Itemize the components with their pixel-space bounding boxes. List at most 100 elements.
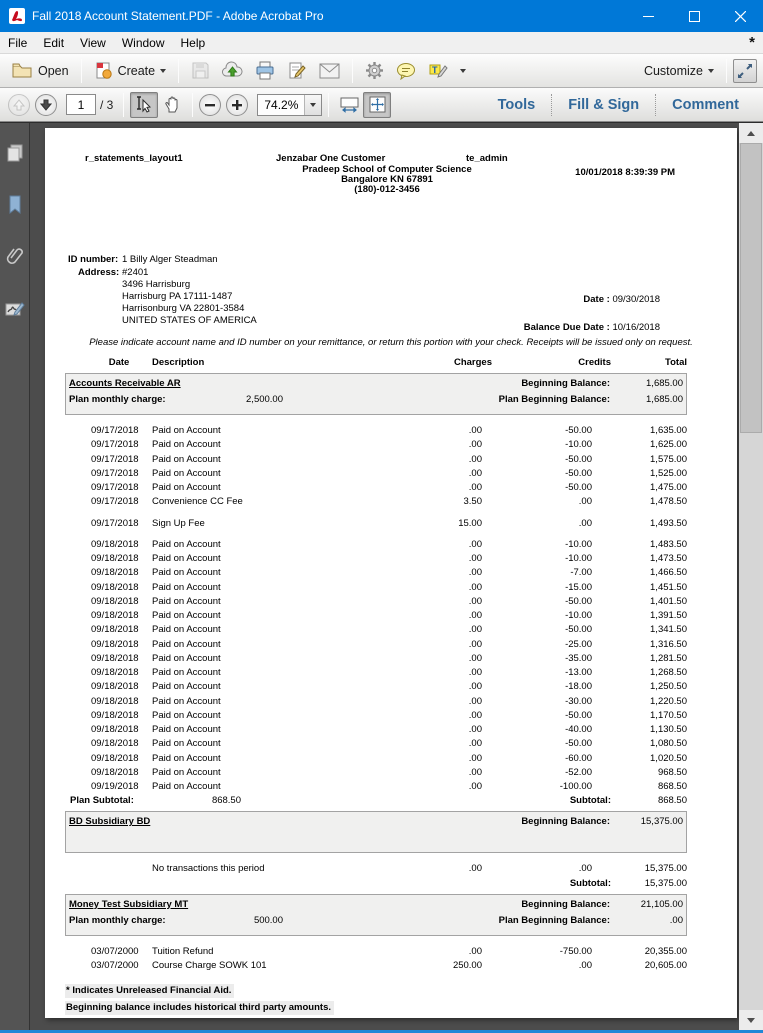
sign-document-button[interactable] [281, 58, 313, 83]
transaction-description: Paid on Account [152, 738, 221, 750]
document-area: r_statements_layout1 Jenzabar One Custom… [30, 123, 739, 1030]
hand-tool-button[interactable] [158, 92, 186, 118]
column-date: Date [108, 357, 130, 368]
zoom-dropdown-button[interactable] [304, 94, 322, 115]
attachments-button[interactable] [3, 245, 27, 269]
bookmarks-button[interactable] [3, 193, 27, 217]
scroll-down-icon [747, 1017, 755, 1023]
share-upload-button[interactable] [216, 58, 249, 83]
transaction-row: 09/19/2018 Paid on Account .00 -100.00 868.5… [65, 780, 687, 794]
expand-window-button[interactable] [733, 58, 757, 83]
transaction-date: 09/18/2018 [91, 752, 139, 764]
remittance-notice: Please indicate account name and ID numb… [89, 337, 693, 348]
page-number-input[interactable] [66, 94, 96, 115]
transaction-total: 1,080.50 [650, 738, 687, 750]
menu-help[interactable]: Help [173, 32, 214, 54]
customize-button[interactable]: Customize [638, 61, 720, 81]
transaction-description: Paid on Account [152, 595, 221, 607]
fit-width-button[interactable] [335, 92, 363, 118]
comment-panel-button[interactable]: Comment [656, 97, 755, 113]
select-tool-button[interactable] [130, 91, 159, 118]
scroll-down-button[interactable] [739, 1010, 763, 1030]
transaction-total: 1,391.50 [650, 610, 687, 621]
transaction-date: 09/18/2018 [91, 695, 139, 707]
column-charges: Charges [453, 357, 492, 368]
plan-beginning-balance-value: 1,685.00 [646, 394, 683, 405]
plan-subtotal-label: Plan Subtotal: [70, 795, 134, 807]
transaction-date: 03/07/2000 [91, 945, 139, 957]
menu-edit[interactable]: Edit [35, 32, 72, 54]
vertical-scrollbar[interactable] [739, 123, 763, 1030]
save-button[interactable] [185, 58, 216, 83]
section-title: Accounts Receivable AR [69, 378, 181, 389]
transaction-credits: -25.00 [565, 638, 592, 650]
transaction-row: 09/18/2018 Paid on Account .00 -30.00 1,220.… [65, 695, 687, 709]
transaction-credits: -50.00 [565, 425, 592, 436]
transaction-row: 09/18/2018 Paid on Account .00 -50.00 1,080.… [65, 737, 687, 751]
tools-panel-button[interactable]: Tools [482, 97, 552, 113]
section-title: Money Test Subsidiary MT [69, 898, 189, 910]
page-thumbnails-button[interactable] [3, 141, 27, 165]
transaction-row: 09/18/2018 Paid on Account .00 -25.00 1,316.… [65, 638, 687, 652]
transaction-credits: .00 [578, 959, 592, 971]
transaction-charges: .00 [468, 624, 482, 636]
open-label: Open [38, 63, 69, 78]
transaction-charges: .00 [468, 667, 482, 678]
minimize-button[interactable] [625, 0, 671, 32]
page-count-label: / 3 [100, 97, 114, 112]
beginning-balance-label: Beginning Balance: [521, 816, 610, 828]
more-tools-chevron-icon[interactable] [460, 68, 467, 73]
menu-file[interactable]: File [0, 32, 35, 54]
save-icon [192, 62, 209, 79]
transaction-total: 1,625.00 [650, 439, 687, 451]
menu-window[interactable]: Window [114, 32, 173, 54]
transaction-credits: -18.00 [565, 681, 592, 693]
zoom-in-button[interactable] [226, 93, 249, 116]
report-id: r_statements_layout1 [85, 153, 183, 164]
signatures-button[interactable] [3, 297, 27, 321]
email-button[interactable] [313, 60, 346, 82]
transaction-total: 1,466.50 [650, 567, 687, 579]
maximize-button[interactable] [671, 0, 717, 32]
transaction-date: 09/17/2018 [91, 425, 139, 436]
transaction-charges: .00 [468, 781, 482, 792]
transaction-credits: -50.00 [565, 482, 592, 493]
close-button[interactable] [717, 0, 763, 32]
beginning-balance-label: Beginning Balance: [521, 378, 610, 389]
zoom-out-button[interactable] [199, 93, 222, 116]
print-button[interactable] [249, 58, 281, 83]
scroll-up-button[interactable] [739, 123, 763, 143]
school-phone: (180)-012-3456 [354, 184, 420, 196]
zoom-level-combobox[interactable]: 74.2% [257, 93, 323, 116]
transaction-date: 09/17/2018 [91, 496, 139, 508]
transaction-charges: .00 [468, 945, 482, 957]
text-highlight-button[interactable]: T [422, 59, 454, 83]
beginning-balance-value: 21,105.00 [640, 898, 683, 910]
previous-page-button[interactable] [8, 93, 30, 116]
email-icon [319, 63, 340, 78]
transaction-total: 1,341.50 [650, 624, 687, 636]
comment-tool-button[interactable] [390, 59, 422, 83]
transaction-total: 1,316.50 [650, 638, 687, 650]
menu-view[interactable]: View [72, 32, 114, 54]
address-label: Address: [78, 267, 120, 278]
transaction-date: 09/18/2018 [91, 709, 139, 721]
preferences-button[interactable] [359, 58, 390, 83]
transaction-credits: -50.00 [565, 709, 592, 721]
fill-sign-panel-button[interactable]: Fill & Sign [552, 97, 655, 113]
open-button[interactable]: Open [6, 59, 75, 82]
beginning-balance-label: Beginning Balance: [521, 898, 610, 910]
pin-toolbar-icon[interactable]: * [741, 34, 763, 51]
scrollbar-thumb[interactable] [740, 143, 762, 433]
create-button[interactable]: Create [88, 58, 173, 83]
transaction-total: 1,493.50 [650, 517, 687, 529]
footnote-financial-aid: * Indicates Unreleased Financial Aid. [65, 984, 235, 998]
school-block: Pradeep School of Computer Science Banga… [217, 164, 557, 196]
address-block: Address: #2401 3496 Harrisburg Harrisbur… [78, 267, 257, 327]
workspace: r_statements_layout1 Jenzabar One Custom… [0, 122, 763, 1030]
transaction-row: 09/17/2018 Paid on Account .00 -50.00 1,475.… [65, 481, 687, 495]
next-page-button[interactable] [35, 93, 57, 116]
transaction-date: 09/18/2018 [91, 624, 139, 636]
transaction-credits: -50.00 [565, 595, 592, 607]
fit-page-button[interactable] [363, 91, 392, 118]
